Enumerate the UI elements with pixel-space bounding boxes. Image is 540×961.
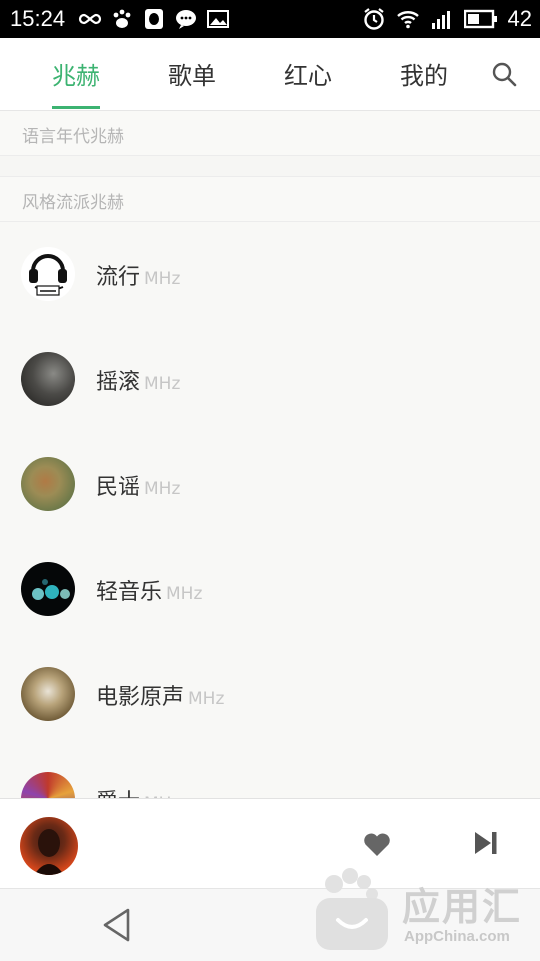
rock-avatar [21, 352, 75, 406]
back-icon[interactable] [100, 907, 134, 943]
skip-next-icon[interactable] [472, 829, 500, 857]
channel-row-folk[interactable]: 民谣 MHz [0, 432, 540, 538]
search-icon[interactable] [490, 60, 518, 88]
channel-row-light-music[interactable]: 轻音乐 MHz [0, 537, 540, 643]
folk-avatar [21, 457, 75, 511]
tab-mine[interactable]: 我的 [400, 56, 448, 91]
appchina-watermark: 应用汇 AppChina.com [312, 862, 537, 957]
status-time: 15:24 [10, 6, 66, 31]
channel-title: 民谣 MHz [96, 475, 181, 500]
infinity-icon [78, 13, 102, 25]
section-language-era[interactable]: 语言年代兆赫 [0, 111, 540, 155]
alarm-icon [363, 8, 384, 30]
notification-icons [78, 7, 230, 31]
active-tab-indicator [52, 106, 100, 109]
channel-title: 电影原声 MHz [96, 685, 225, 710]
heart-icon[interactable] [362, 829, 392, 859]
wechat-icon [176, 10, 196, 29]
channel-title: 流行 MHz [96, 265, 181, 290]
watermark-subtext: AppChina.com [404, 928, 510, 945]
soundtrack-avatar [21, 667, 75, 721]
status-bar: 15:24 42 [0, 0, 540, 38]
battery-level: 42 [507, 6, 532, 31]
channel-title: 轻音乐 MHz [96, 580, 203, 605]
divider [0, 176, 540, 177]
top-tab-bar: 兆赫 歌单 红心 我的 [0, 38, 540, 111]
light-music-avatar [21, 562, 75, 616]
channel-title: 摇滚 MHz [96, 370, 181, 395]
channel-row-rock[interactable]: 摇滚 MHz [0, 327, 540, 433]
pop-music-avatar [21, 247, 75, 301]
divider [0, 155, 540, 156]
paw-icon [113, 9, 131, 28]
section-label-style-genre: 风格流派兆赫 [22, 193, 124, 213]
watermark-text: 应用汇 [402, 885, 523, 929]
channel-row-soundtrack[interactable]: 电影原声 MHz [0, 642, 540, 748]
battery-icon [463, 9, 497, 29]
tab-playlists[interactable]: 歌单 [168, 56, 216, 91]
signal-icon [431, 11, 450, 29]
section-label-language-era: 语言年代兆赫 [22, 127, 124, 147]
tab-mhz[interactable]: 兆赫 [52, 56, 100, 91]
image-icon [207, 10, 229, 28]
system-icons: 42 [362, 6, 532, 32]
channel-row-pop[interactable]: 流行 MHz [0, 222, 540, 328]
qq-icon [145, 9, 163, 29]
section-style-genre[interactable]: 风格流派兆赫 [0, 176, 540, 221]
now-playing-cover[interactable] [20, 817, 78, 875]
tab-favorites[interactable]: 红心 [284, 56, 332, 91]
appchina-logo-icon [316, 868, 388, 950]
wifi-icon [396, 11, 419, 29]
